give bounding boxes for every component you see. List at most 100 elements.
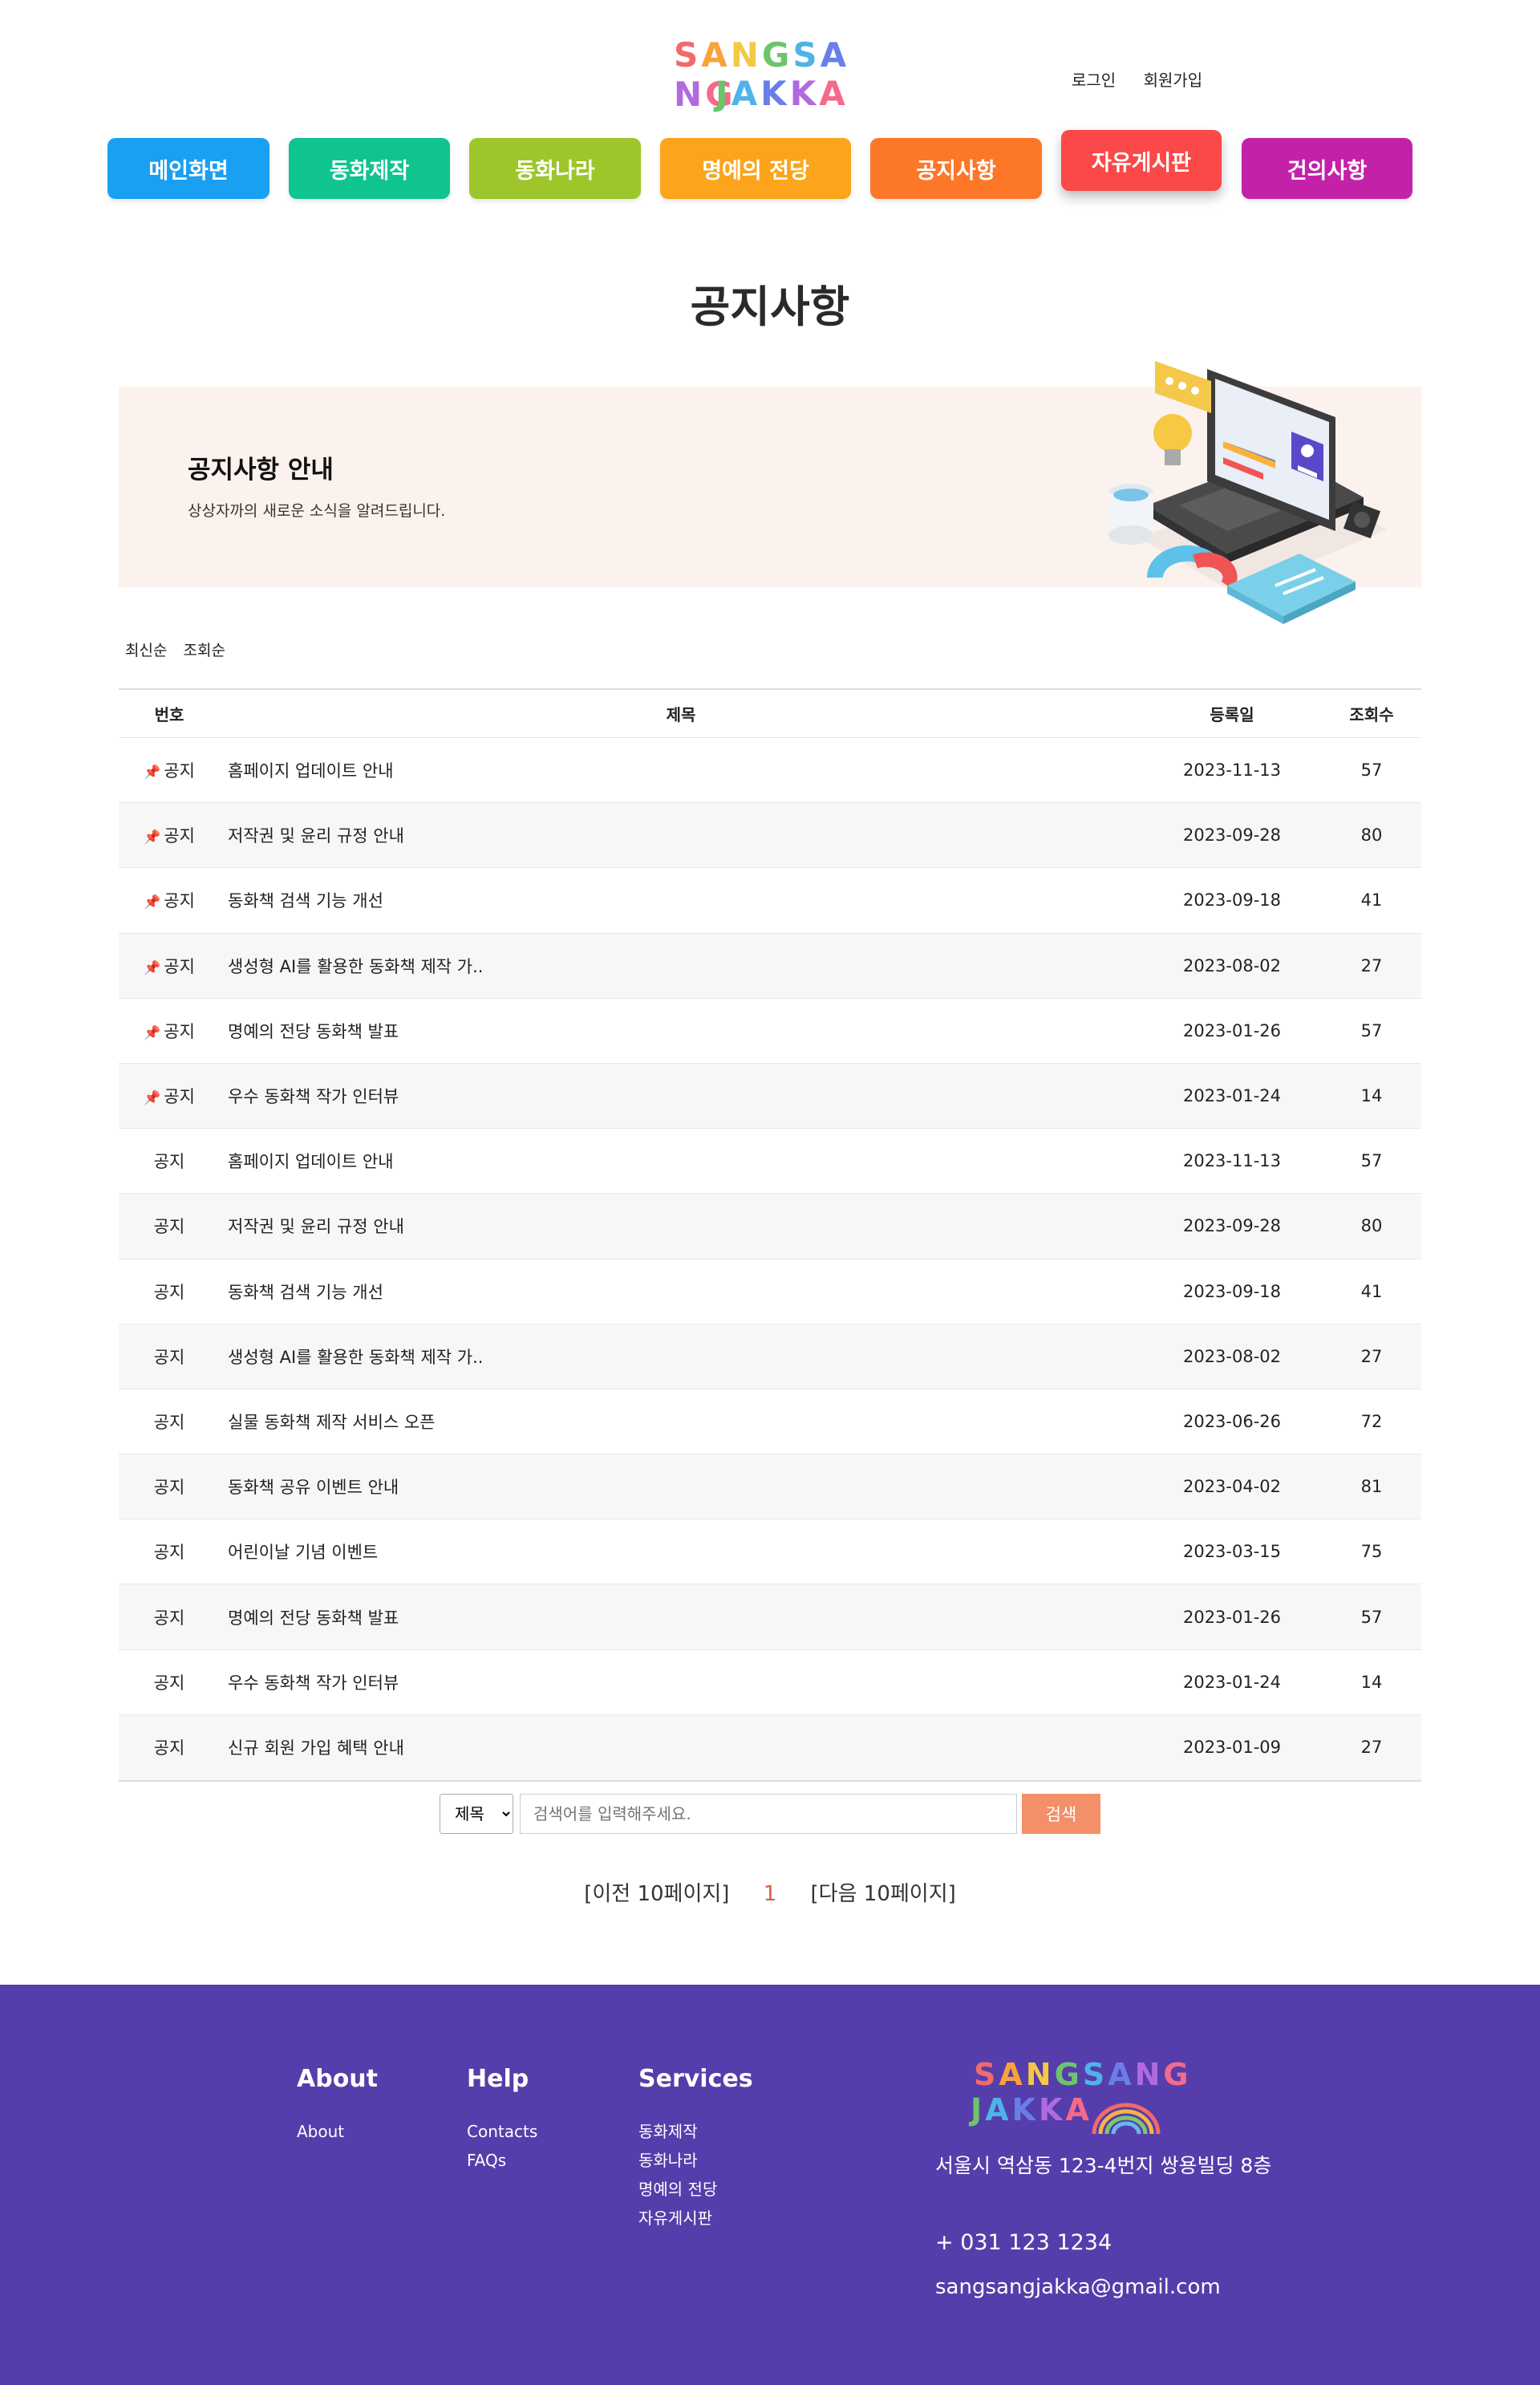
row-title[interactable]: 명예의 전당 동화책 발표 (220, 1605, 1142, 1629)
row-number-label: 공지 (164, 1021, 195, 1041)
footer-about: About About (297, 2065, 378, 2146)
nav-item-create[interactable]: 동화제작 (289, 138, 450, 199)
row-views: 27 (1360, 955, 1383, 975)
row-title[interactable]: 홈페이지 업데이트 안내 (220, 758, 1142, 782)
table-row[interactable]: 📌 공지 명예의 전당 동화책 발표 2023-01-26 57 (119, 999, 1421, 1064)
nav-item-notice[interactable]: 공지사항 (870, 138, 1042, 199)
table-row[interactable]: 📌 공지 우수 동화책 작가 인터뷰 2023-01-24 14 (119, 1063, 1421, 1130)
row-views: 41 (1360, 890, 1383, 911)
site-logo[interactable]: SANGSANG JAKKA (674, 35, 866, 124)
footer-faqs-link[interactable]: FAQs (467, 2146, 537, 2175)
nav-item-free-board[interactable]: 자유게시판 (1061, 130, 1222, 191)
table-body: 📌 공지 홈페이지 업데이트 안내 2023-11-13 57 📌 공지 저작권 및 윤리 규… (119, 738, 1421, 1780)
table-row[interactable]: 공지 저작권 및 윤리 규정 안내 2023-09-28 80 (119, 1194, 1421, 1259)
footer-email[interactable]: sangsangjakka@gmail.com (935, 2275, 1221, 2299)
table-row[interactable]: 공지 동화책 검색 기능 개선 2023-09-18 41 (119, 1259, 1421, 1324)
row-number: 📌 공지 (119, 1019, 220, 1043)
row-title[interactable]: 신규 회원 가입 혜택 안내 (220, 1735, 1142, 1759)
col-header-no: 번호 (154, 705, 184, 724)
row-number-label: 공지 (164, 761, 195, 781)
sort-views[interactable]: 조회순 (184, 642, 225, 659)
table-row[interactable]: 📌 공지 동화책 검색 기능 개선 2023-09-18 41 (119, 868, 1421, 934)
pin-icon: 📌 (144, 959, 161, 976)
site-header: SANGSANG JAKKA 로그인 회원가입 메인화면 동화제작 동화나라 명… (0, 0, 1540, 217)
row-number: 공지 (119, 1605, 220, 1629)
row-number-label: 공지 (153, 1412, 185, 1432)
row-views: 80 (1360, 825, 1383, 846)
row-number: 공지 (119, 1149, 220, 1173)
next-10-pages[interactable]: [다음 10페이지] (811, 1882, 956, 1906)
row-views: 57 (1360, 1020, 1383, 1040)
table-row[interactable]: 공지 우수 동화책 작가 인터뷰 2023-01-24 14 (119, 1650, 1421, 1715)
row-number: 공지 (119, 1214, 220, 1238)
table-row[interactable]: 📌 공지 저작권 및 윤리 규정 안내 2023-09-28 80 (119, 803, 1421, 869)
row-number: 공지 (119, 1410, 220, 1434)
pagination: [이전 10페이지] 1 [다음 10페이지] (0, 1877, 1540, 1907)
login-link[interactable]: 로그인 (1072, 71, 1116, 90)
search-field-select[interactable]: 제목 (440, 1794, 513, 1834)
table-row[interactable]: 📌 공지 홈페이지 업데이트 안내 2023-11-13 57 (119, 738, 1421, 804)
row-title[interactable]: 저작권 및 윤리 규정 안내 (220, 1214, 1142, 1238)
laptop-illustration (1108, 361, 1388, 624)
row-title[interactable]: 동화책 검색 기능 개선 (220, 1280, 1142, 1304)
pin-icon: 📌 (144, 765, 161, 781)
col-header-date: 등록일 (1210, 705, 1254, 724)
table-row[interactable]: 공지 생성형 AI를 활용한 동화책 제작 가.. 2023-08-02 27 (119, 1324, 1421, 1389)
row-views: 14 (1360, 1672, 1383, 1692)
row-title[interactable]: 홈페이지 업데이트 안내 (220, 1149, 1142, 1173)
site-footer: About About Help Contacts FAQs Services … (0, 1985, 1540, 2385)
table-row[interactable]: 공지 어린이날 기념 이벤트 2023-03-15 75 (119, 1519, 1421, 1585)
current-page[interactable]: 1 (764, 1882, 777, 1906)
row-number: 📌 공지 (119, 1084, 220, 1108)
pin-icon: 📌 (144, 1090, 161, 1107)
table-row[interactable]: 공지 신규 회원 가입 혜택 안내 2023-01-09 27 (119, 1714, 1421, 1780)
rainbow-icon (1092, 2103, 1161, 2135)
row-title[interactable]: 우수 동화책 작가 인터뷰 (220, 1084, 1142, 1108)
col-header-title: 제목 (666, 705, 696, 724)
nav-item-hall-of-fame[interactable]: 명예의 전당 (660, 138, 851, 199)
row-date: 2023-03-15 (1182, 1542, 1282, 1562)
row-number: 📌 공지 (119, 758, 220, 782)
row-date: 2023-01-24 (1182, 1086, 1282, 1106)
row-title[interactable]: 동화책 공유 이벤트 안내 (220, 1474, 1142, 1499)
row-date: 2023-08-02 (1182, 1346, 1282, 1366)
row-title[interactable]: 실물 동화책 제작 서비스 오픈 (220, 1410, 1142, 1434)
row-title[interactable]: 우수 동화책 작가 인터뷰 (220, 1670, 1142, 1694)
row-title[interactable]: 생성형 AI를 활용한 동화책 제작 가.. (220, 954, 1142, 978)
row-number-label: 공지 (153, 1673, 185, 1693)
search-input[interactable] (520, 1794, 1017, 1834)
row-views: 57 (1360, 761, 1383, 781)
footer-contacts-link[interactable]: Contacts (467, 2117, 537, 2146)
row-title[interactable]: 생성형 AI를 활용한 동화책 제작 가.. (220, 1345, 1142, 1369)
row-title[interactable]: 저작권 및 윤리 규정 안내 (220, 823, 1142, 847)
footer-service-hall-of-fame[interactable]: 명예의 전당 (638, 2175, 753, 2204)
prev-10-pages[interactable]: [이전 10페이지] (584, 1882, 729, 1906)
search-button[interactable]: 검색 (1022, 1794, 1100, 1834)
sort-latest[interactable]: 최신순 (125, 642, 167, 659)
footer-about-link[interactable]: About (297, 2117, 378, 2146)
footer-service-storyland[interactable]: 동화나라 (638, 2146, 753, 2175)
table-row[interactable]: 공지 홈페이지 업데이트 안내 2023-11-13 57 (119, 1129, 1421, 1195)
nav-item-main[interactable]: 메인화면 (107, 138, 270, 199)
signup-link[interactable]: 회원가입 (1144, 71, 1203, 90)
table-row[interactable]: 공지 실물 동화책 제작 서비스 오픈 2023-06-26 72 (119, 1389, 1421, 1455)
row-date: 2023-01-09 (1182, 1738, 1282, 1758)
footer-logo: SANGSANG JAKKA (971, 2057, 1189, 2137)
table-row[interactable]: 공지 명예의 전당 동화책 발표 2023-01-26 57 (119, 1584, 1421, 1650)
row-date: 2023-11-13 (1182, 761, 1282, 781)
row-title[interactable]: 어린이날 기념 이벤트 (220, 1539, 1142, 1564)
row-title[interactable]: 동화책 검색 기능 개선 (220, 888, 1142, 912)
footer-service-create[interactable]: 동화제작 (638, 2117, 753, 2146)
row-number: 공지 (119, 1670, 220, 1694)
nav-item-suggestions[interactable]: 건의사항 (1242, 138, 1412, 199)
row-number-label: 공지 (153, 1738, 185, 1758)
row-views: 57 (1360, 1607, 1383, 1627)
footer-service-free-board[interactable]: 자유게시판 (638, 2204, 753, 2233)
logo-line-2: JAKKA (715, 74, 849, 113)
row-title[interactable]: 명예의 전당 동화책 발표 (220, 1019, 1142, 1043)
nav-item-storyland[interactable]: 동화나라 (469, 138, 641, 199)
table-row[interactable]: 공지 동화책 공유 이벤트 안내 2023-04-02 81 (119, 1454, 1421, 1520)
table-row[interactable]: 📌 공지 생성형 AI를 활용한 동화책 제작 가.. 2023-08-02 27 (119, 933, 1421, 999)
row-views: 80 (1360, 1216, 1383, 1236)
row-views: 57 (1360, 1151, 1383, 1171)
